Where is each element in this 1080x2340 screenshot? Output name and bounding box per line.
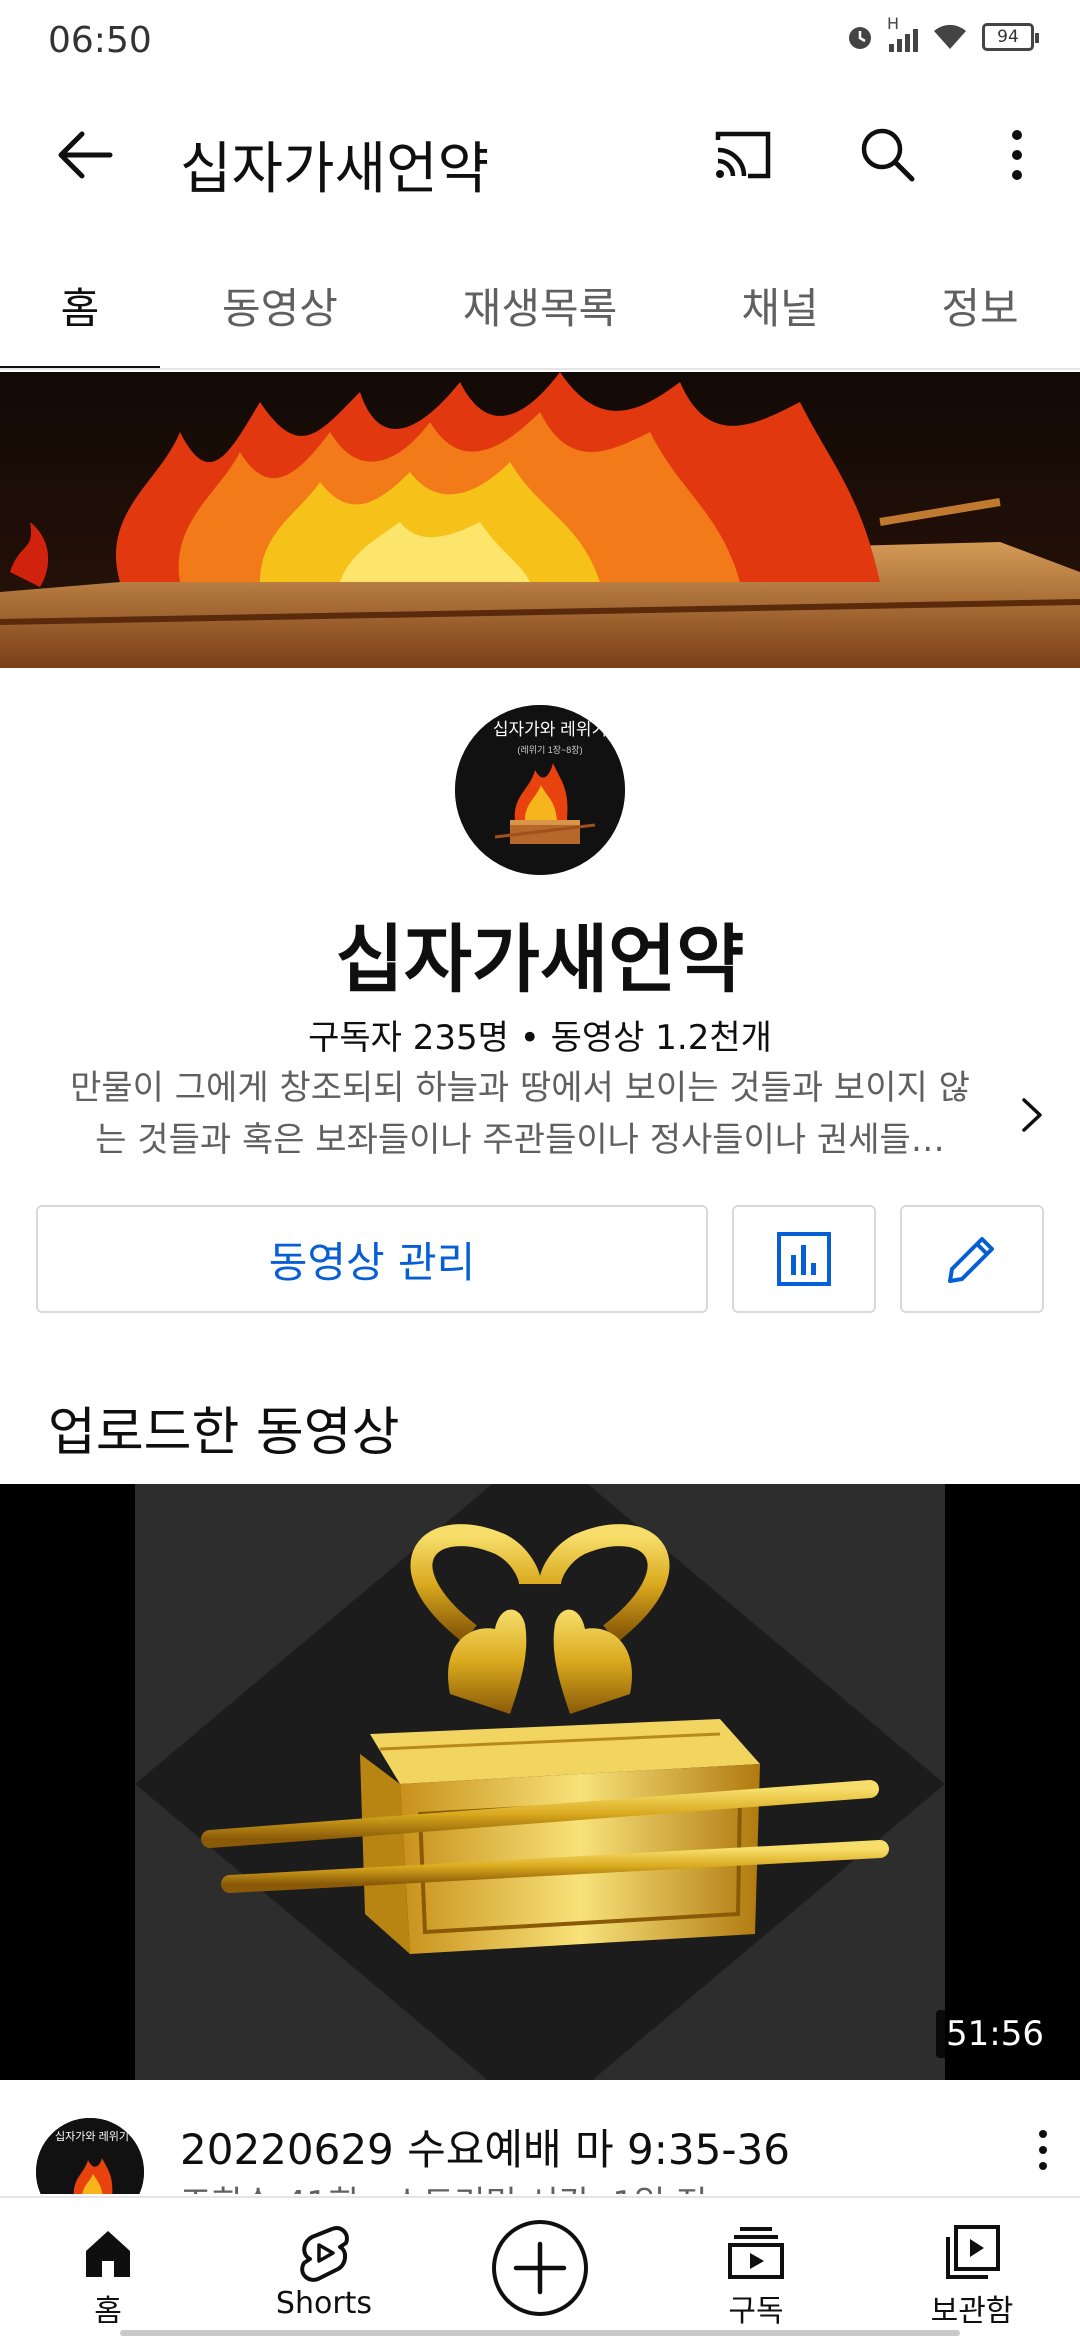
page-title: 십자가새언약: [180, 137, 490, 202]
nav-subscriptions-label: 구독: [728, 2294, 784, 2329]
analytics-button[interactable]: [732, 1205, 876, 1313]
channel-tabs: 홈 동영상 재생목록 채널 정보: [0, 240, 1080, 370]
tab-playlists[interactable]: 재생목록: [400, 240, 680, 370]
app-bar: 십자가새언약: [0, 90, 1080, 220]
status-icons: H 94: [845, 14, 1039, 52]
channel-avatar[interactable]: 십자가와 레위기 (레위기 1장~8장): [455, 705, 625, 875]
video-thumbnail[interactable]: 51:56: [0, 1484, 1080, 2080]
signal-icon: H: [887, 14, 918, 52]
subscriptions-icon: [728, 2227, 784, 2279]
video-subtitle: 조회수 41회 · 스트리밍 시간: 1일 전: [180, 2176, 707, 2194]
channel-avatar-image: 십자가와 레위기 (레위기 1장~8장): [455, 705, 625, 875]
library-icon: [946, 2225, 1000, 2279]
manage-videos-button[interactable]: 동영상 관리: [36, 1205, 708, 1313]
wifi-icon: [934, 24, 966, 49]
tab-about[interactable]: 정보: [880, 240, 1080, 370]
nav-home[interactable]: 홈: [8, 2198, 208, 2340]
nav-home-label: 홈: [94, 2294, 122, 2329]
gesture-bar: [120, 2330, 960, 2336]
nav-shorts-label: Shorts: [275, 2286, 373, 2321]
video-avatar-image: 십자가와 레위기: [36, 2118, 144, 2194]
battery-level: 94: [997, 27, 1019, 47]
tab-channels[interactable]: 채널: [680, 240, 880, 370]
create-icon[interactable]: [490, 2218, 590, 2318]
video-avatar-book-title: 십자가와 레위기: [55, 2130, 129, 2143]
tab-home[interactable]: 홈: [0, 240, 160, 370]
back-arrow-icon[interactable]: [50, 120, 120, 190]
status-time: 06:50: [48, 20, 152, 61]
alarm-icon: [849, 27, 871, 49]
bottom-navigation: 홈 Shorts 구독 보관함: [0, 2196, 1080, 2340]
search-icon[interactable]: [852, 120, 922, 190]
section-title: 업로드한 동영상: [48, 1403, 400, 1463]
edit-channel-button[interactable]: [900, 1205, 1044, 1313]
status-bar: 06:50 H 94: [0, 0, 1080, 80]
avatar-book-title: 십자가와 레위기: [493, 720, 607, 739]
home-icon: [86, 2231, 130, 2277]
nav-library[interactable]: 보관함: [872, 2198, 1072, 2340]
more-options-icon[interactable]: [992, 120, 1042, 190]
nav-subscriptions[interactable]: 구독: [656, 2198, 856, 2340]
channel-stats: 구독자 235명 • 동영상 1.2천개: [308, 1018, 772, 1058]
channel-banner: [0, 372, 1080, 668]
video-more-options-icon[interactable]: [1028, 2122, 1058, 2182]
video-duration: 51:56: [936, 2010, 1054, 2058]
chevron-right-icon[interactable]: [1012, 1090, 1052, 1140]
banner-fire-image: [0, 372, 1080, 668]
channel-name: 십자가새언약: [335, 917, 745, 1003]
pencil-icon: [948, 1237, 994, 1283]
nav-shorts[interactable]: Shorts: [224, 2198, 424, 2340]
video-channel-avatar[interactable]: 십자가와 레위기: [36, 2118, 144, 2194]
network-type: H: [887, 14, 900, 33]
tab-videos[interactable]: 동영상: [160, 240, 400, 370]
video-title[interactable]: 20220629 수요예배 마 9:35-36: [180, 2116, 790, 2177]
tabs-divider: [0, 368, 1080, 370]
analytics-icon: [777, 1232, 831, 1286]
shorts-icon: [300, 2226, 349, 2282]
battery-indicator: 94: [982, 23, 1039, 51]
video-meta[interactable]: 십자가와 레위기 20220629 수요예배 마 9:35-36 조회수 41회…: [0, 2094, 1080, 2194]
ark-image: [0, 1484, 1080, 2080]
cast-icon[interactable]: [708, 120, 778, 190]
avatar-book-subtitle: (레위기 1장~8장): [517, 745, 582, 755]
channel-description[interactable]: 만물이 그에게 창조되되 하늘과 땅에서 보이는 것들과 보이지 않는 것들과 …: [60, 1062, 980, 1166]
nav-library-label: 보관함: [930, 2294, 1014, 2329]
